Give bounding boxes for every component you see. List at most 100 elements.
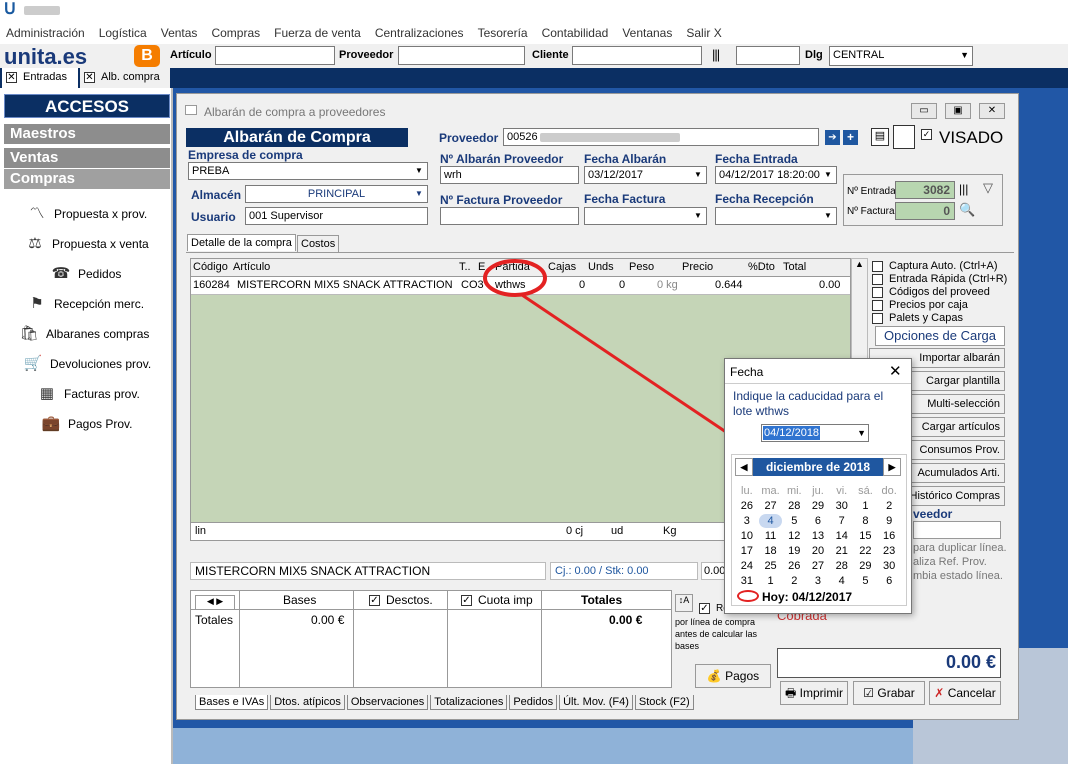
prev-month-button[interactable]: ◀ (735, 458, 753, 476)
calendar-day[interactable]: 15 (854, 529, 878, 543)
nav-propuesta-venta[interactable]: ⚖ Propuesta x venta (24, 234, 148, 254)
calendar-day[interactable]: 28 (782, 499, 806, 513)
grabar-button[interactable]: ☑ Grabar (853, 681, 925, 705)
cliente-input[interactable] (572, 46, 702, 65)
calendar-day[interactable]: 5 (854, 574, 878, 588)
articulo-input[interactable] (215, 46, 335, 65)
cuota-header[interactable]: ✓ Cuota imp (461, 593, 533, 607)
cancelar-button[interactable]: ✗ Cancelar (929, 681, 1001, 705)
tab-alb-compra[interactable]: ✕ Alb. compra (80, 68, 170, 88)
calendar-day[interactable]: 29 (854, 559, 878, 573)
calendar-day[interactable]: 28 (830, 559, 854, 573)
calendar-day[interactable]: 17 (735, 544, 759, 558)
today-label[interactable]: Hoy: 04/12/2017 (762, 590, 852, 604)
tab-dtos-atipicos[interactable]: Dtos. atípicos (270, 695, 345, 710)
calendar-day[interactable]: 24 (735, 559, 759, 573)
blogger-icon[interactable]: B (134, 45, 160, 67)
barcode-icon[interactable]: ||| (712, 47, 732, 64)
proveedor-input[interactable] (398, 46, 525, 65)
checkbox[interactable]: ✓ (369, 595, 380, 607)
checkbox[interactable]: ✓ (461, 595, 472, 607)
menu-ventanas[interactable]: Ventanas (622, 26, 672, 40)
menu-centralizaciones[interactable]: Centralizaciones (375, 26, 464, 40)
calendar-day[interactable]: 8 (854, 514, 878, 528)
checkbox[interactable]: ✓ (699, 603, 710, 614)
calendar-day[interactable]: 1 (854, 499, 878, 513)
checkbox[interactable] (872, 286, 883, 298)
checkbox[interactable] (872, 299, 883, 311)
barcode-input[interactable] (736, 46, 800, 65)
calendar-day[interactable]: 27 (806, 559, 830, 573)
nav-propuesta-prov[interactable]: 〽 Propuesta x prov. (26, 204, 147, 224)
calendar-day[interactable]: 26 (735, 499, 759, 513)
tab-pedidos[interactable]: Pedidos (509, 695, 558, 710)
nav-facturas[interactable]: ▦ Facturas prov. (36, 384, 140, 404)
calendar-day[interactable]: 2 (877, 499, 901, 513)
nav-arrows[interactable]: ◀ ▶ (195, 595, 235, 610)
date-input[interactable]: 04/12/2018 ▼ (761, 424, 869, 442)
checkbox[interactable] (872, 312, 883, 324)
nav-devoluciones[interactable]: 🛒 Devoluciones prov. (22, 354, 152, 374)
calendar-day[interactable]: 1 (759, 574, 783, 588)
menu-tesoreria[interactable]: Tesorería (478, 26, 528, 40)
checkbox[interactable] (872, 273, 883, 285)
proveedor-ref-field[interactable] (913, 521, 1001, 539)
calendar-day[interactable]: 18 (759, 544, 783, 558)
calendar-day[interactable]: 27 (759, 499, 783, 513)
entrada-rapida-check[interactable]: Entrada Rápida (Ctrl+R) (872, 273, 1007, 285)
tab-bases-ivas[interactable]: Bases e IVAs (195, 695, 269, 710)
calendar-day[interactable]: 9 (877, 514, 901, 528)
calendar-day[interactable]: 30 (830, 499, 854, 513)
nav-albaranes[interactable]: 🛍 Albaranes compras (18, 324, 149, 344)
calendar-day[interactable]: 11 (759, 529, 783, 543)
calendar-day[interactable]: 2 (782, 574, 806, 588)
tab-entradas[interactable]: ✕ Entradas (2, 68, 78, 88)
calendar-day[interactable]: 12 (782, 529, 806, 543)
tab-stock[interactable]: Stock (F2) (634, 695, 694, 710)
section-ventas[interactable]: Ventas (4, 148, 170, 168)
close-icon[interactable]: ✕ (84, 71, 95, 83)
close-icon[interactable]: ✕ (889, 362, 902, 380)
calendar-day[interactable]: 16 (877, 529, 901, 543)
calendar-day[interactable]: 7 (830, 514, 854, 528)
calendar-day[interactable]: 6 (806, 514, 830, 528)
close-icon[interactable]: ✕ (6, 71, 17, 83)
calendar-day[interactable]: 3 (806, 574, 830, 588)
menu-compras[interactable]: Compras (211, 26, 260, 40)
calendar-day[interactable]: 30 (877, 559, 901, 573)
menu-administracion[interactable]: Administración (6, 26, 85, 40)
section-compras[interactable]: Compras (4, 169, 170, 189)
tab-totalizaciones[interactable]: Totalizaciones (430, 695, 508, 710)
menu-salir[interactable]: Salir X (686, 26, 721, 40)
sort-az-icon[interactable]: ↕A (675, 594, 693, 612)
captura-auto-check[interactable]: Captura Auto. (Ctrl+A) (872, 260, 998, 272)
tab-observaciones[interactable]: Observaciones (346, 695, 429, 710)
calendar-day[interactable]: 26 (782, 559, 806, 573)
imprimir-button[interactable]: 🖶 Imprimir (780, 681, 848, 705)
calendar-day[interactable]: 29 (806, 499, 830, 513)
menu-contabilidad[interactable]: Contabilidad (542, 26, 609, 40)
calendar-day[interactable]: 14 (830, 529, 854, 543)
menu-logistica[interactable]: Logística (99, 26, 147, 40)
chevron-down-icon[interactable]: ▼ (857, 428, 866, 438)
section-maestros[interactable]: Maestros (4, 124, 170, 144)
calendar-day[interactable]: 5 (782, 514, 806, 528)
pagos-button[interactable]: 💰 Pagos (695, 664, 771, 688)
calendar-day[interactable]: 3 (735, 514, 759, 528)
calendar-day[interactable]: 10 (735, 529, 759, 543)
calendar-day[interactable]: 6 (877, 574, 901, 588)
precios-caja-check[interactable]: Precios por caja (872, 299, 968, 311)
calendar-day[interactable]: 21 (830, 544, 854, 558)
menu-fuerza-venta[interactable]: Fuerza de venta (274, 26, 361, 40)
next-month-button[interactable]: ▶ (883, 458, 901, 476)
palets-capas-check[interactable]: Palets y Capas (872, 312, 963, 324)
nav-recepcion[interactable]: ⚑ Recepción merc. (26, 294, 144, 314)
calendar-day[interactable]: 23 (877, 544, 901, 558)
codigos-proveed-check[interactable]: Códigos del proveed (872, 286, 990, 298)
nav-pedidos[interactable]: ☎ Pedidos (50, 264, 122, 284)
menu-ventas[interactable]: Ventas (161, 26, 198, 40)
calendar-day[interactable]: 4 (830, 574, 854, 588)
checkbox[interactable] (872, 260, 883, 272)
calendar-day[interactable]: 4 (758, 514, 783, 528)
calendar-day[interactable]: 25 (759, 559, 783, 573)
